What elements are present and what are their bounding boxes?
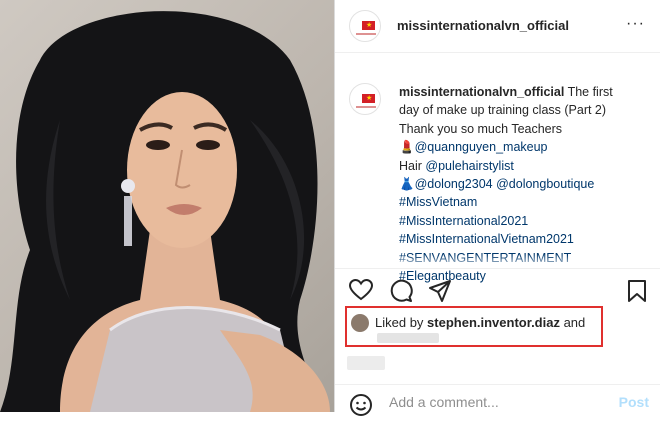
mention-link[interactable]: @quannguyen_makeup [415, 140, 548, 154]
redacted-text [377, 333, 439, 343]
likes-suffix: and [559, 315, 586, 330]
vietnam-flag-icon: ★ [362, 94, 375, 103]
caption-text: Hair [399, 158, 426, 173]
caption-avatar[interactable]: ★ [349, 83, 381, 115]
post-photo[interactable] [0, 0, 334, 412]
vietnam-flag-icon: ★ [362, 21, 375, 30]
caption-text: day of make up training class (Part 2) [399, 103, 607, 118]
caption-fade [335, 255, 660, 269]
hashtag-link[interactable]: #MissInternationalVietnam2021 [399, 230, 649, 248]
more-options-icon[interactable]: ··· [626, 15, 645, 33]
portrait-illustration [0, 11, 330, 412]
comment-input[interactable]: Add a comment... [389, 394, 499, 410]
liker-username[interactable]: stephen.inventor.diaz [427, 315, 560, 330]
comment-box: Add a comment... Post [335, 384, 660, 416]
caption-username[interactable]: missinternationalvn_official [399, 85, 564, 99]
post-side-panel: ★ missinternationalvn_official ··· ★ mis… [334, 0, 660, 416]
send-icon[interactable] [428, 279, 452, 308]
mention-link[interactable]: @dolongboutique [496, 177, 594, 191]
action-bar [335, 268, 660, 309]
caption-text: The first [564, 85, 613, 99]
hashtag-link[interactable]: #MissInternational2021 [399, 212, 649, 230]
redacted-timestamp [347, 356, 385, 370]
liker-avatar[interactable] [351, 314, 369, 332]
mention-link[interactable]: @pulehairstylist [425, 159, 513, 173]
bookmark-icon[interactable] [627, 279, 647, 308]
post-comment-button[interactable]: Post [619, 394, 649, 410]
post-header: ★ missinternationalvn_official ··· [335, 0, 660, 53]
likes-prefix: Liked by [375, 315, 428, 330]
smiley-icon[interactable] [349, 393, 373, 422]
lipstick-emoji-icon: 💄 [399, 140, 415, 155]
hashtag-link[interactable]: #MissVietnam [399, 193, 649, 211]
likes-summary: Liked by stephen.inventor.diaz and [345, 306, 603, 347]
heart-icon[interactable] [348, 278, 374, 306]
header-username[interactable]: missinternationalvn_official [397, 18, 569, 33]
dress-emoji-icon: 👗 [399, 177, 415, 192]
account-avatar[interactable]: ★ [349, 10, 381, 42]
mention-link[interactable]: @dolong2304 [415, 177, 493, 191]
caption-text: Thank you so much Teachers [399, 121, 563, 136]
comment-icon[interactable] [389, 279, 413, 308]
